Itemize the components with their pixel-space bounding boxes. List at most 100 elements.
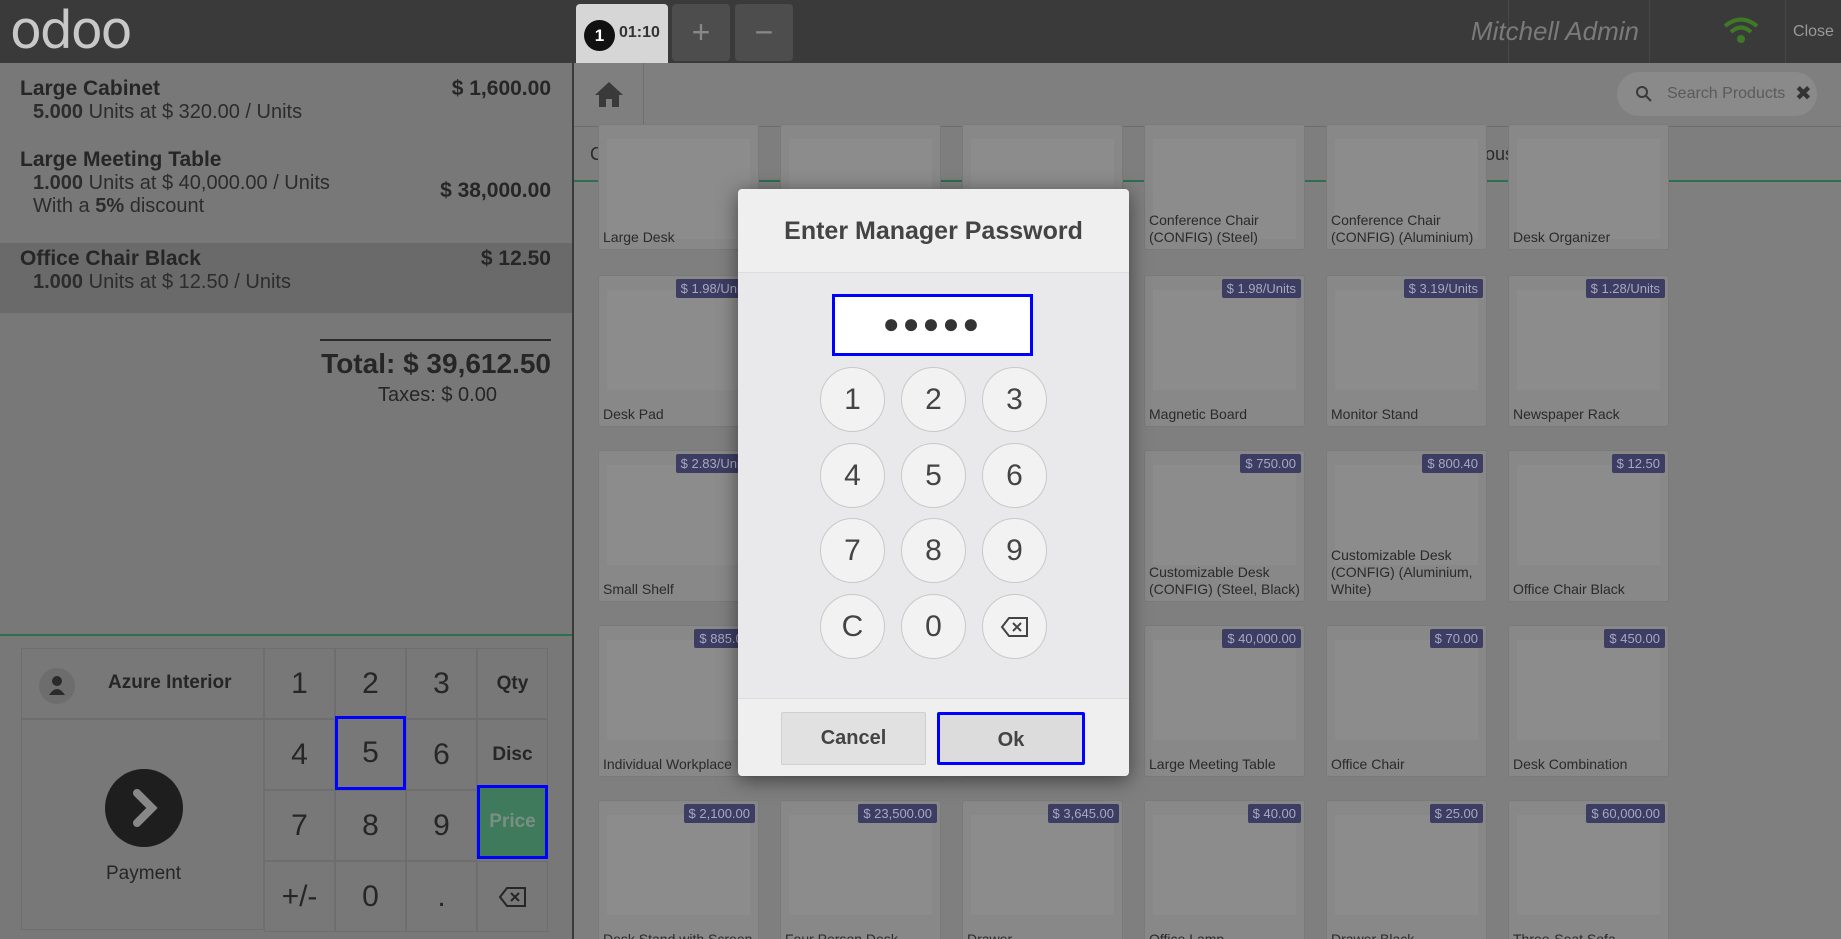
password-key-clear[interactable]: C <box>820 594 885 659</box>
top-bar: odoo 1 01:10 + − Mitchell Admin Close <box>0 0 1841 63</box>
disc-mode-button[interactable]: Disc <box>477 719 548 790</box>
password-key-9[interactable]: 9 <box>982 518 1047 583</box>
ok-button[interactable]: Ok <box>937 712 1085 765</box>
numpad-key-plus-minus[interactable]: +/- <box>264 861 335 932</box>
product-price: $ 23,500.00 <box>858 804 937 823</box>
product-name: Office Chair <box>1331 756 1405 772</box>
product-card[interactable]: Large Desk <box>598 124 759 250</box>
product-name: Desk Pad <box>603 406 664 422</box>
numpad-key-7[interactable]: 7 <box>264 790 335 861</box>
product-card[interactable]: $ 2.83/Units Small Shelf <box>598 450 759 602</box>
backspace-key[interactable] <box>477 861 548 932</box>
product-card[interactable]: Conference Chair (CONFIG) (Aluminium) <box>1326 124 1487 250</box>
product-card[interactable]: $ 1.98/Units Magnetic Board <box>1144 275 1305 427</box>
product-card[interactable]: $ 12.50 Office Chair Black <box>1508 450 1669 602</box>
product-name: Drawer Black <box>1331 931 1415 939</box>
product-image <box>607 640 750 740</box>
order-line-name: Large Meeting Table <box>20 148 222 171</box>
product-image <box>1153 640 1296 740</box>
product-image <box>1153 465 1296 565</box>
product-image <box>1335 640 1478 740</box>
product-price: $ 3.19/Units <box>1403 279 1483 298</box>
remove-order-button[interactable]: − <box>735 4 793 61</box>
password-key-1[interactable]: 1 <box>820 367 885 432</box>
numpad-key-3[interactable]: 3 <box>406 648 477 719</box>
product-image <box>971 815 1114 915</box>
add-order-button[interactable]: + <box>672 4 730 61</box>
product-name: Office Chair Black <box>1513 581 1625 597</box>
close-button[interactable]: Close <box>1785 0 1841 63</box>
search-input[interactable]: Search Products <box>1667 85 1785 103</box>
dialog-body: ●●●●● 1 2 3 4 5 6 7 8 9 C 0 <box>738 273 1129 698</box>
product-price: $ 800.40 <box>1422 454 1483 473</box>
product-card[interactable]: $ 70.00 Office Chair <box>1326 625 1487 777</box>
order-line-price: $ 38,000.00 <box>440 179 551 202</box>
order-line[interactable]: Large Meeting Table $ 38,000.00 1.000 Un… <box>0 148 572 242</box>
payment-button[interactable]: Payment <box>21 719 264 930</box>
numpad-key-0[interactable]: 0 <box>335 861 406 932</box>
product-card[interactable]: $ 40.00 Office Lamp <box>1144 800 1305 939</box>
password-key-3[interactable]: 3 <box>982 367 1047 432</box>
dialog-footer: Cancel Ok <box>738 698 1129 776</box>
search-box[interactable]: Search Products ✖ <box>1617 72 1817 116</box>
product-name: Office Lamp <box>1149 931 1225 939</box>
payment-label: Payment <box>106 863 181 884</box>
product-price: $ 70.00 <box>1429 629 1483 648</box>
product-card[interactable]: $ 450.00 Desk Combination <box>1508 625 1669 777</box>
numpad-key-5[interactable]: 5 <box>335 716 406 790</box>
password-backspace-key[interactable] <box>982 594 1047 659</box>
numpad-key-1[interactable]: 1 <box>264 648 335 719</box>
product-card[interactable]: $ 23,500.00 Four Person Desk <box>780 800 941 939</box>
home-button[interactable] <box>574 63 644 126</box>
product-card[interactable]: $ 800.40 Customizable Desk (CONFIG) (Alum… <box>1326 450 1487 602</box>
product-card[interactable]: $ 40,000.00 Large Meeting Table <box>1144 625 1305 777</box>
numpad-key-decimal[interactable]: . <box>406 861 477 932</box>
product-price: $ 1.28/Units <box>1585 279 1665 298</box>
controls-divider <box>0 634 572 636</box>
product-card[interactable]: $ 2,100.00 Desk Stand with Screen <box>598 800 759 939</box>
product-card[interactable]: Desk Organizer <box>1508 124 1669 250</box>
product-card[interactable]: $ 750.00 Customizable Desk (CONFIG) (Stee… <box>1144 450 1305 602</box>
product-card[interactable]: $ 60,000.00 Three-Seat Sofa <box>1508 800 1669 939</box>
product-name: Large Meeting Table <box>1149 756 1276 772</box>
backspace-icon <box>498 887 526 907</box>
numpad-key-4[interactable]: 4 <box>264 719 335 790</box>
password-key-0[interactable]: 0 <box>901 594 966 659</box>
product-card[interactable]: $ 25.00 Drawer Black <box>1326 800 1487 939</box>
product-card[interactable]: $ 3,645.00 Drawer <box>962 800 1123 939</box>
numpad-key-9[interactable]: 9 <box>406 790 477 861</box>
product-name: Magnetic Board <box>1149 406 1248 422</box>
password-field[interactable]: ●●●●● <box>832 294 1033 356</box>
cancel-button[interactable]: Cancel <box>781 712 926 765</box>
product-card[interactable]: $ 1.98/Units Desk Pad <box>598 275 759 427</box>
password-key-4[interactable]: 4 <box>820 443 885 508</box>
home-icon <box>595 82 623 107</box>
product-card[interactable]: Conference Chair (CONFIG) (Steel) <box>1144 124 1305 250</box>
order-line[interactable]: Large Cabinet $ 1,600.00 5.000 Units at … <box>0 77 572 143</box>
chevron-right-icon <box>105 769 183 847</box>
backspace-icon <box>1000 617 1028 637</box>
product-card[interactable]: $ 1.28/Units Newspaper Rack <box>1508 275 1669 427</box>
password-key-8[interactable]: 8 <box>901 518 966 583</box>
product-card[interactable]: $ 3.19/Units Monitor Stand <box>1326 275 1487 427</box>
product-image <box>1335 290 1478 390</box>
password-key-7[interactable]: 7 <box>820 518 885 583</box>
customer-button[interactable]: Azure Interior <box>21 648 264 719</box>
order-tab[interactable]: 1 01:10 <box>576 4 668 63</box>
numpad-key-2[interactable]: 2 <box>335 648 406 719</box>
price-mode-button[interactable]: Price <box>477 785 548 859</box>
qty-mode-button[interactable]: Qty <box>477 648 548 719</box>
password-key-5[interactable]: 5 <box>901 443 966 508</box>
password-key-2[interactable]: 2 <box>901 367 966 432</box>
product-name: Drawer <box>967 931 1013 939</box>
clear-search-icon[interactable]: ✖ <box>1795 81 1812 106</box>
product-card[interactable]: $ 885.00 Individual Workplace <box>598 625 759 777</box>
product-name: Small Shelf <box>603 581 674 597</box>
order-line-selected[interactable]: Office Chair Black $ 12.50 1.000 Units a… <box>0 243 572 313</box>
product-image <box>607 139 750 239</box>
password-key-6[interactable]: 6 <box>982 443 1047 508</box>
numpad-key-6[interactable]: 6 <box>406 719 477 790</box>
product-image <box>1153 815 1296 915</box>
user-name[interactable]: Mitchell Admin <box>1471 0 1650 63</box>
numpad-key-8[interactable]: 8 <box>335 790 406 861</box>
